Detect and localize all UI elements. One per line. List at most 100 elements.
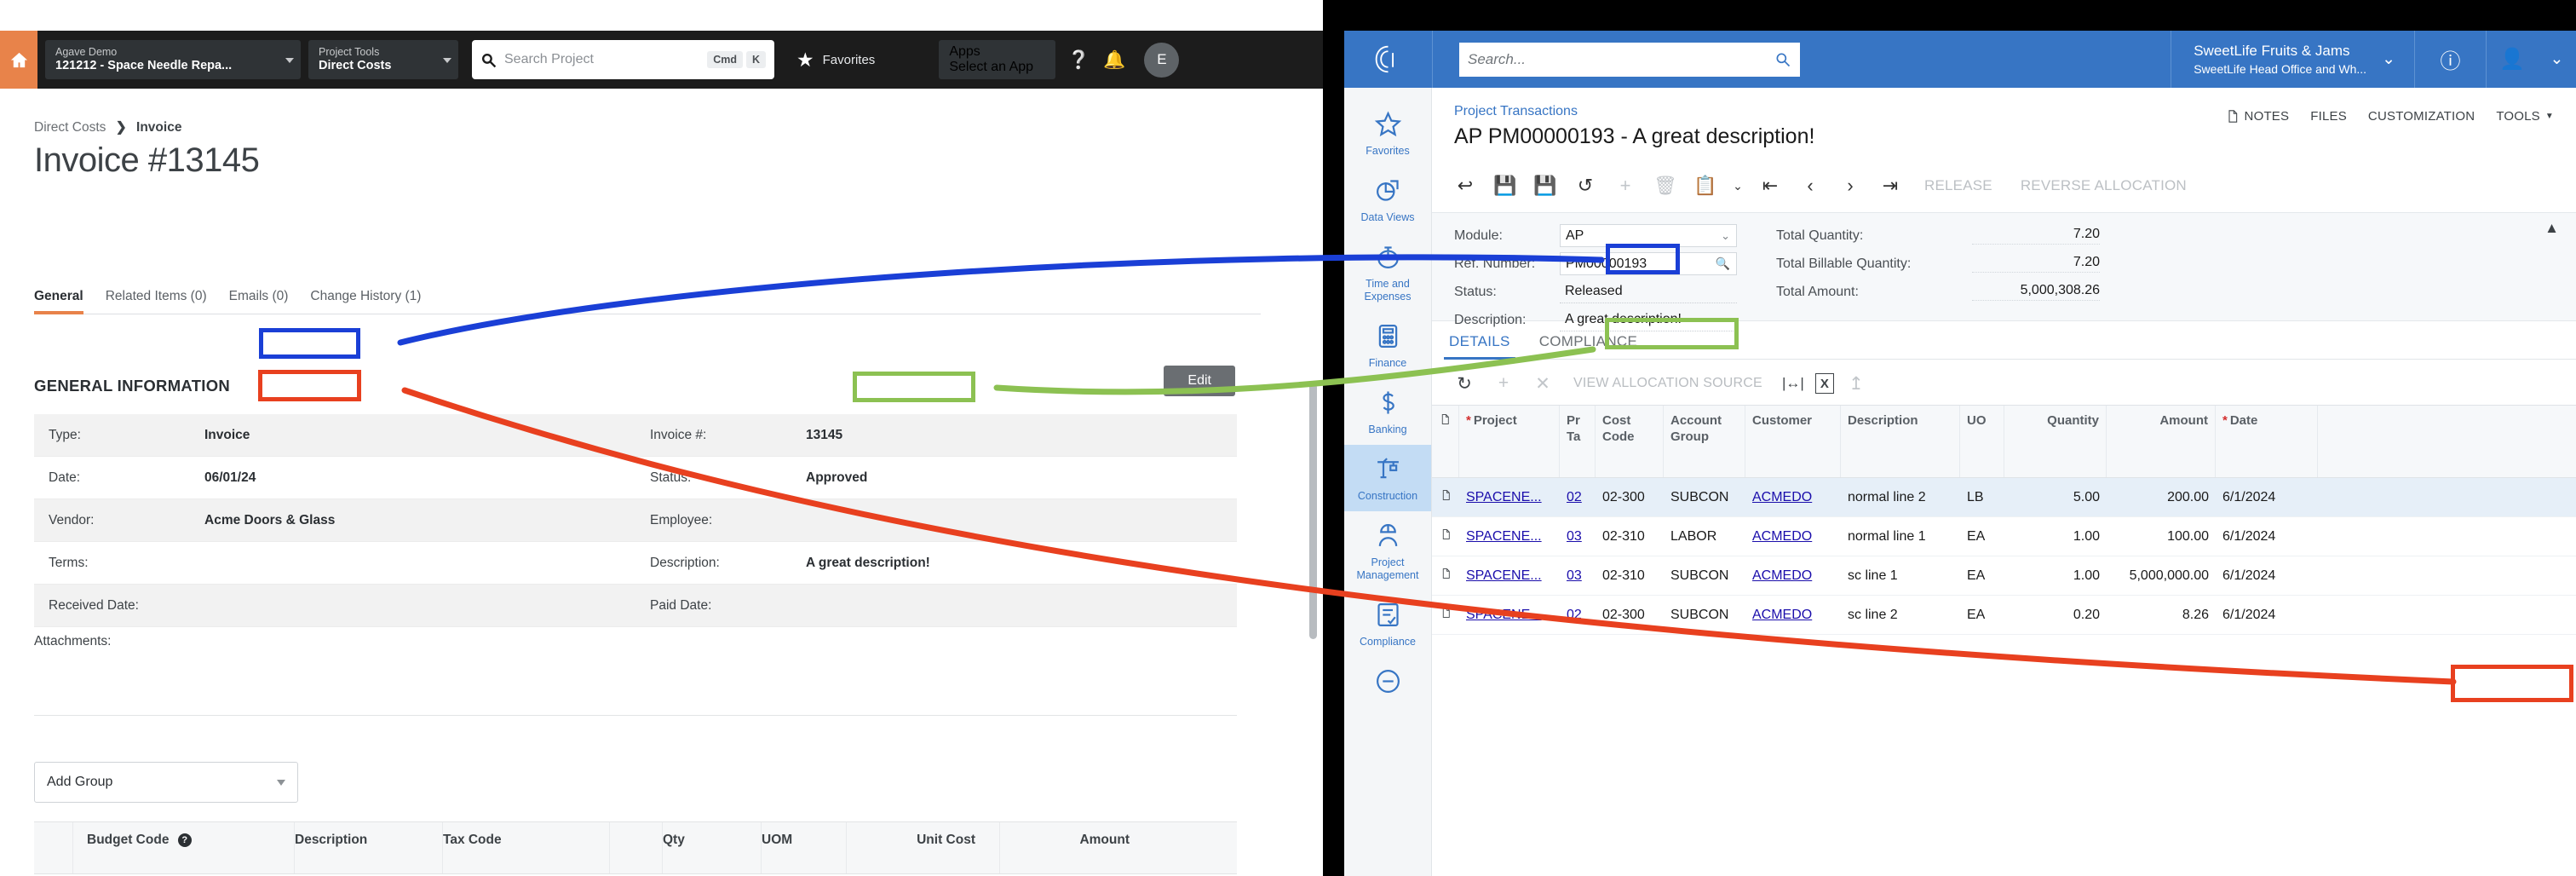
cell-project[interactable]: SPACENE...: [1459, 529, 1560, 545]
project-task-link[interactable]: 02: [1567, 490, 1582, 504]
refresh-icon[interactable]: ↻: [1447, 366, 1481, 401]
help-circle-icon[interactable]: ?: [177, 833, 192, 847]
tab-related-items[interactable]: Related Items (0): [106, 289, 207, 314]
sidebar-item-favorites[interactable]: Favorites: [1344, 100, 1431, 166]
col-header-account-group[interactable]: Account Group: [1664, 406, 1745, 477]
tab-emails[interactable]: Emails (0): [229, 289, 289, 314]
cell-customer[interactable]: ACMEDO: [1745, 490, 1841, 505]
cell-project[interactable]: SPACENE...: [1459, 568, 1560, 584]
tools-button[interactable]: TOOLS ▼: [2496, 109, 2554, 124]
table-row[interactable]: SPACENE... 02 02-300 SUBCON ACMEDO sc li…: [1432, 596, 2576, 635]
project-link[interactable]: SPACENE...: [1466, 568, 1542, 583]
bell-icon[interactable]: 🔔: [1103, 51, 1125, 69]
files-button[interactable]: FILES: [2310, 109, 2347, 124]
table-row[interactable]: SPACENE... 03 02-310 LABOR ACMEDO normal…: [1432, 517, 2576, 556]
col-header-cost-code[interactable]: Cost Code: [1596, 406, 1664, 477]
search-input[interactable]: Search...: [1459, 42, 1800, 77]
view-allocation-source-button[interactable]: VIEW ALLOCATION SOURCE: [1565, 376, 1771, 391]
project-task-link[interactable]: 03: [1567, 568, 1582, 583]
row-file-icon[interactable]: [1432, 488, 1459, 506]
cell-customer[interactable]: ACMEDO: [1745, 529, 1841, 545]
chevron-up-icon[interactable]: ▲: [2544, 220, 2559, 237]
table-row[interactable]: SPACENE... 02 02-300 SUBCON ACMEDO norma…: [1432, 478, 2576, 517]
table-row[interactable]: SPACENE... 03 02-310 SUBCON ACMEDO sc li…: [1432, 556, 2576, 596]
undo-icon[interactable]: ↺: [1567, 169, 1603, 203]
left-scrollbar-thumb[interactable]: [1309, 383, 1317, 639]
apps-selector[interactable]: Apps Select an App: [939, 40, 1056, 79]
back-arrow-icon[interactable]: ↩: [1447, 169, 1483, 203]
customer-link[interactable]: ACMEDO: [1752, 529, 1812, 544]
first-record-icon[interactable]: ⇤: [1752, 169, 1788, 203]
sidebar-item-finance[interactable]: Finance: [1344, 312, 1431, 378]
home-icon[interactable]: [0, 31, 37, 89]
cell-customer[interactable]: ACMEDO: [1745, 568, 1841, 584]
avatar[interactable]: E: [1144, 42, 1180, 78]
customer-link[interactable]: ACMEDO: [1752, 490, 1812, 504]
col-header-project-task[interactable]: Pr Ta: [1560, 406, 1596, 477]
search-icon[interactable]: [1774, 51, 1791, 68]
tab-change-history[interactable]: Change History (1): [310, 289, 421, 314]
clipboard-icon[interactable]: 📋: [1688, 169, 1723, 203]
col-header-description[interactable]: Description: [1841, 406, 1960, 477]
question-circle-icon[interactable]: ⓘ: [2415, 31, 2486, 88]
company-selector[interactable]: SweetLife Fruits & Jams SweetLife Head O…: [2171, 42, 2414, 78]
tab-general[interactable]: General: [34, 289, 83, 314]
project-tools-selector[interactable]: Project Tools Direct Costs: [308, 40, 458, 79]
search-input[interactable]: Search Project Cmd K: [472, 40, 774, 79]
user-icon[interactable]: 👤: [2487, 31, 2538, 88]
sidebar-item-project-management[interactable]: Project Management: [1344, 511, 1431, 591]
breadcrumb[interactable]: Project Transactions: [1454, 104, 1578, 119]
row-file-icon[interactable]: [1432, 606, 1459, 624]
col-header-date[interactable]: * Date: [2216, 406, 2318, 477]
acumatica-logo-icon[interactable]: [1344, 31, 1432, 88]
user-menu-chevron-icon[interactable]: ⌄: [2538, 31, 2576, 88]
sidebar-item-banking[interactable]: Banking: [1344, 378, 1431, 445]
customer-link[interactable]: ACMEDO: [1752, 608, 1812, 622]
reverse-allocation-button[interactable]: REVERSE ALLOCATION: [2009, 177, 2199, 194]
sidebar-item-construction[interactable]: Construction: [1344, 445, 1431, 511]
fit-columns-icon[interactable]: |↔|: [1776, 366, 1810, 401]
release-button[interactable]: RELEASE: [1912, 177, 2004, 194]
notes-button[interactable]: NOTES: [2226, 108, 2290, 124]
col-header-uom[interactable]: UO: [1960, 406, 2004, 477]
sidebar-item-time-and-expenses[interactable]: Time and Expenses: [1344, 233, 1431, 312]
cell-project-task[interactable]: 03: [1560, 529, 1596, 545]
cell-customer[interactable]: ACMEDO: [1745, 608, 1841, 623]
row-file-icon[interactable]: [1432, 527, 1459, 545]
sidebar-item-compliance[interactable]: Compliance: [1344, 591, 1431, 657]
next-record-icon[interactable]: ›: [1832, 169, 1868, 203]
row-file-icon[interactable]: [1432, 567, 1459, 585]
stopwatch-icon: [1377, 246, 1399, 268]
question-circle-icon[interactable]: ❔: [1067, 51, 1090, 69]
project-link[interactable]: SPACENE...: [1466, 490, 1542, 504]
edit-button[interactable]: Edit: [1164, 366, 1235, 396]
customer-link[interactable]: ACMEDO: [1752, 568, 1812, 583]
left-scrollbar[interactable]: [1308, 89, 1318, 876]
clipboard-chevron-icon[interactable]: ⌄: [1728, 169, 1748, 203]
project-task-link[interactable]: 03: [1567, 529, 1582, 544]
project-link[interactable]: SPACENE...: [1466, 608, 1542, 622]
col-header-project[interactable]: * Project: [1459, 406, 1560, 477]
cell-project-task[interactable]: 02: [1560, 490, 1596, 505]
col-header-customer[interactable]: Customer: [1745, 406, 1841, 477]
project-link[interactable]: SPACENE...: [1466, 529, 1542, 544]
last-record-icon[interactable]: ⇥: [1872, 169, 1908, 203]
search-icon[interactable]: 🔍: [1716, 256, 1730, 271]
project-selector[interactable]: Agave Demo 121212 - Space Needle Repa...: [45, 40, 301, 79]
prev-record-icon[interactable]: ‹: [1792, 169, 1828, 203]
col-header-quantity[interactable]: Quantity: [2004, 406, 2107, 477]
tab-details[interactable]: DETAILS: [1444, 328, 1515, 360]
customization-button[interactable]: CUSTOMIZATION: [2368, 109, 2475, 124]
favorites-button[interactable]: ★ Favorites: [796, 49, 875, 70]
add-group-dropdown[interactable]: Add Group: [34, 762, 298, 803]
cell-project-task[interactable]: 03: [1560, 568, 1596, 584]
project-task-link[interactable]: 02: [1567, 608, 1582, 622]
col-header-amount[interactable]: Amount: [2107, 406, 2216, 477]
cell-project[interactable]: SPACENE...: [1459, 490, 1560, 505]
breadcrumb-parent[interactable]: Direct Costs: [34, 120, 106, 135]
export-excel-icon[interactable]: X: [1814, 373, 1834, 394]
sidebar-item-data-views[interactable]: Data Views: [1344, 166, 1431, 233]
cell-project[interactable]: SPACENE...: [1459, 608, 1560, 623]
cell-project-task[interactable]: 02: [1560, 608, 1596, 623]
sidebar-item-more[interactable]: [1344, 657, 1431, 711]
